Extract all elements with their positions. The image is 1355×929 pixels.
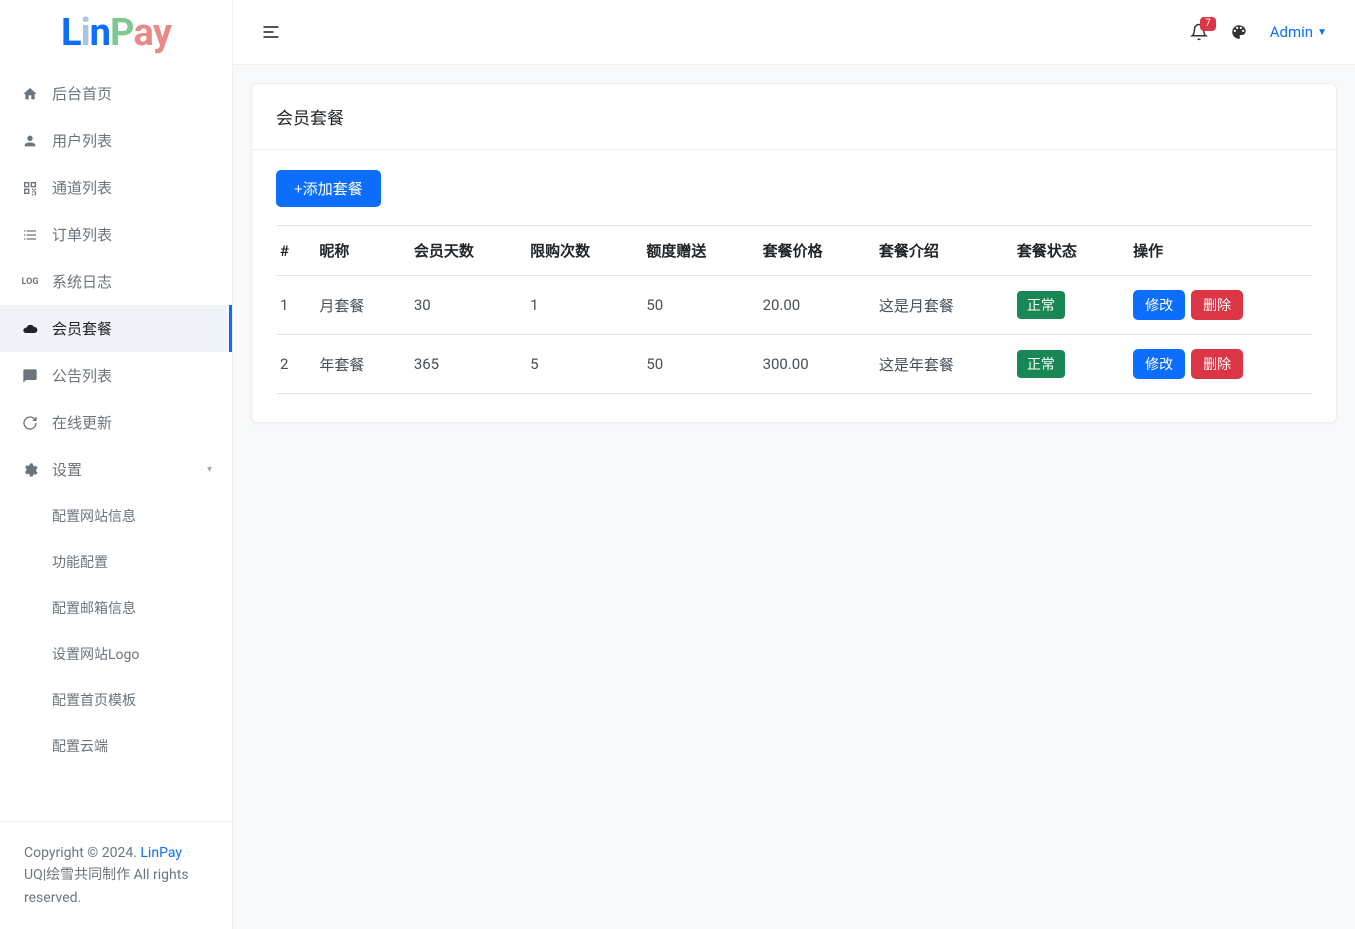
col-gift: 额度赠送 — [636, 226, 752, 276]
chevron-down-icon: ▾ — [207, 464, 212, 475]
cloud-icon — [20, 321, 40, 337]
caret-down-icon: ▼ — [1317, 27, 1327, 38]
settings-submenu: 配置网站信息 功能配置 配置邮箱信息 设置网站Logo 配置首页模板 配置云端 — [0, 493, 232, 769]
notifications-button[interactable]: 7 — [1190, 23, 1208, 41]
sidebar-item-label: 公告列表 — [52, 365, 112, 386]
delete-button[interactable]: 删除 — [1191, 290, 1243, 320]
footer-credits: UQ|绘雪共同制作 All rights reserved. — [24, 867, 189, 905]
col-limit: 限购次数 — [520, 226, 636, 276]
delete-button[interactable]: 删除 — [1191, 349, 1243, 379]
status-badge: 正常 — [1017, 291, 1065, 319]
page-title: 会员套餐 — [252, 84, 1336, 150]
palette-icon — [1230, 23, 1248, 41]
sidebar-item-label: 设置 — [52, 459, 82, 480]
cell-limit: 1 — [520, 276, 636, 335]
col-status: 套餐状态 — [1007, 226, 1123, 276]
gear-icon — [20, 462, 40, 478]
sidebar-sub-site-info[interactable]: 配置网站信息 — [0, 493, 232, 539]
topbar: 7 Admin ▼ — [233, 0, 1355, 65]
cell-name: 年套餐 — [309, 335, 403, 394]
plans-card: 会员套餐 +添加套餐 # 昵称 会员天数 限购次数 额度赠送 套餐价格 — [251, 83, 1337, 423]
home-icon — [20, 86, 40, 102]
cell-status: 正常 — [1007, 276, 1123, 335]
cell-price: 20.00 — [753, 276, 869, 335]
cell-actions: 修改 删除 — [1123, 335, 1312, 394]
cell-days: 365 — [404, 335, 520, 394]
cell-price: 300.00 — [753, 335, 869, 394]
sidebar-item-users[interactable]: 用户列表 — [0, 117, 232, 164]
list-icon — [20, 227, 40, 243]
col-id: # — [276, 226, 309, 276]
sidebar-nav: 后台首页 用户列表 通道列表 订单列表 LOG — [0, 65, 232, 821]
col-intro: 套餐介绍 — [869, 226, 1007, 276]
sidebar-sub-template[interactable]: 配置首页模板 — [0, 677, 232, 723]
sidebar-item-label: 会员套餐 — [52, 318, 112, 339]
menu-toggle-button[interactable] — [261, 22, 281, 42]
qr-icon — [20, 180, 40, 196]
sidebar-sub-cloud[interactable]: 配置云端 — [0, 723, 232, 769]
sidebar-footer: Copyright © 2024. LinPay UQ|绘雪共同制作 All r… — [0, 821, 232, 929]
plans-table: # 昵称 会员天数 限购次数 额度赠送 套餐价格 套餐介绍 套餐状态 操作 — [276, 225, 1312, 394]
sidebar: LinPay 后台首页 用户列表 通道列表 — [0, 0, 233, 929]
user-icon — [20, 133, 40, 149]
refresh-icon — [20, 415, 40, 431]
table-row: 1 月套餐 30 1 50 20.00 这是月套餐 正常 修改 — [276, 276, 1312, 335]
notification-badge: 7 — [1200, 17, 1216, 31]
table-row: 2 年套餐 365 5 50 300.00 这是年套餐 正常 修 — [276, 335, 1312, 394]
sidebar-item-label: 用户列表 — [52, 130, 112, 151]
sidebar-item-update[interactable]: 在线更新 — [0, 399, 232, 446]
edit-button[interactable]: 修改 — [1133, 349, 1185, 379]
sidebar-item-settings[interactable]: 设置 ▾ — [0, 446, 232, 493]
sidebar-item-label: 配置邮箱信息 — [52, 598, 136, 618]
col-actions: 操作 — [1123, 226, 1312, 276]
sidebar-item-label: 配置网站信息 — [52, 506, 136, 526]
sidebar-item-notices[interactable]: 公告列表 — [0, 352, 232, 399]
sidebar-item-plans[interactable]: 会员套餐 — [0, 305, 232, 352]
theme-toggle-button[interactable] — [1230, 23, 1248, 41]
sidebar-item-label: 功能配置 — [52, 552, 108, 572]
sidebar-item-label: 配置首页模板 — [52, 690, 136, 710]
sidebar-sub-logo[interactable]: 设置网站Logo — [0, 631, 232, 677]
user-menu[interactable]: Admin ▼ — [1270, 23, 1327, 41]
cell-name: 月套餐 — [309, 276, 403, 335]
content: 会员套餐 +添加套餐 # 昵称 会员天数 限购次数 额度赠送 套餐价格 — [233, 65, 1355, 929]
sidebar-item-label: 后台首页 — [52, 83, 112, 104]
sidebar-item-orders[interactable]: 订单列表 — [0, 211, 232, 258]
footer-copyright: Copyright © 2024. — [24, 845, 140, 861]
sidebar-item-label: 设置网站Logo — [52, 644, 139, 664]
cell-limit: 5 — [520, 335, 636, 394]
edit-button[interactable]: 修改 — [1133, 290, 1185, 320]
sidebar-item-label: 配置云端 — [52, 736, 108, 756]
table-header-row: # 昵称 会员天数 限购次数 额度赠送 套餐价格 套餐介绍 套餐状态 操作 — [276, 226, 1312, 276]
main: 7 Admin ▼ 会员套餐 +添加套餐 — [233, 0, 1355, 929]
brand-logo[interactable]: LinPay — [0, 0, 232, 65]
sidebar-item-label: 订单列表 — [52, 224, 112, 245]
add-plan-button[interactable]: +添加套餐 — [276, 170, 381, 207]
user-name: Admin — [1270, 23, 1313, 41]
sidebar-item-channels[interactable]: 通道列表 — [0, 164, 232, 211]
cell-intro: 这是月套餐 — [869, 276, 1007, 335]
sidebar-item-label: 通道列表 — [52, 177, 112, 198]
col-price: 套餐价格 — [753, 226, 869, 276]
cell-actions: 修改 删除 — [1123, 276, 1312, 335]
cell-intro: 这是年套餐 — [869, 335, 1007, 394]
log-icon: LOG — [20, 277, 40, 287]
chat-icon — [20, 368, 40, 384]
sidebar-item-logs[interactable]: LOG 系统日志 — [0, 258, 232, 305]
cell-gift: 50 — [636, 335, 752, 394]
sidebar-item-label: 在线更新 — [52, 412, 112, 433]
status-badge: 正常 — [1017, 350, 1065, 378]
cell-id: 2 — [276, 335, 309, 394]
cell-id: 1 — [276, 276, 309, 335]
col-name: 昵称 — [309, 226, 403, 276]
cell-gift: 50 — [636, 276, 752, 335]
footer-brand-link[interactable]: LinPay — [140, 845, 182, 861]
sidebar-sub-features[interactable]: 功能配置 — [0, 539, 232, 585]
cell-status: 正常 — [1007, 335, 1123, 394]
col-days: 会员天数 — [404, 226, 520, 276]
sidebar-sub-email[interactable]: 配置邮箱信息 — [0, 585, 232, 631]
sidebar-item-label: 系统日志 — [52, 271, 112, 292]
cell-days: 30 — [404, 276, 520, 335]
sidebar-item-home[interactable]: 后台首页 — [0, 70, 232, 117]
